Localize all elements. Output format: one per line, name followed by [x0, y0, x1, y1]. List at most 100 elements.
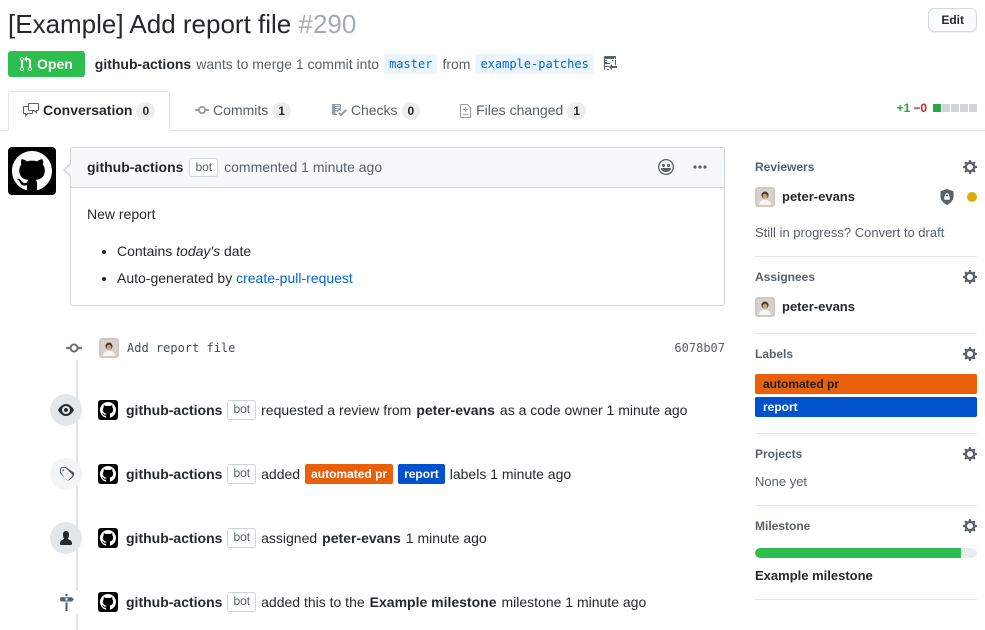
comment-author-link[interactable]: github-actions [87, 159, 183, 175]
milestone-name[interactable]: Example milestone [370, 594, 497, 610]
copy-branch-button[interactable] [601, 55, 619, 71]
reviewer-avatar[interactable] [755, 187, 775, 207]
assignee-avatar[interactable] [755, 297, 775, 317]
git-commit-icon [195, 102, 209, 118]
head-branch-label[interactable]: example-patches [475, 54, 593, 74]
milestone-title-link[interactable]: Example milestone [755, 568, 977, 583]
commit-sha-link[interactable]: 6078b07 [674, 341, 725, 355]
reviewer-name[interactable]: peter-evans [416, 402, 495, 418]
edit-button[interactable]: Edit [928, 8, 977, 32]
projects-heading-row: Projects [755, 446, 977, 462]
labels-section: Labels automated pr report [755, 334, 977, 435]
event-text: github-actions bot requested a review fr… [126, 400, 687, 420]
event-text: github-actions bot added automated pr re… [126, 464, 571, 484]
tab-conversation[interactable]: Conversation0 [8, 91, 170, 131]
github-actions-avatar-small[interactable] [98, 400, 118, 420]
milestone-heading: Milestone [755, 519, 810, 533]
comment-body: New report Contains today's date Auto-ge… [71, 188, 724, 305]
event-text: github-actions bot added this to the Exa… [126, 592, 646, 612]
comment-header: github-actions bot commented 1 minute ag… [71, 148, 724, 189]
projects-empty-text: None yet [755, 474, 977, 489]
pr-author-link[interactable]: github-actions [95, 56, 191, 72]
create-pull-request-link[interactable]: create-pull-request [236, 270, 353, 286]
commit-message-link[interactable]: Add report file [127, 341, 235, 355]
diff-added-count: +1 [897, 101, 911, 115]
diff-block [960, 104, 968, 112]
smiley-reaction-icon[interactable] [658, 159, 674, 175]
comment-bullet-list: Contains today's date Auto-generated by … [87, 241, 708, 289]
tab-files-changed-count: 1 [567, 102, 586, 120]
timeline: Add report file 6078b07 github-actions b… [8, 334, 725, 618]
assignees-section: Assignees peter-evans [755, 257, 977, 334]
milestone-gear-button[interactable] [963, 518, 977, 534]
pr-tab-bar: Conversation0 Commits1 Checks0 Files cha… [0, 91, 985, 131]
labels-heading-row: Labels [755, 346, 977, 362]
github-actions-avatar-small[interactable] [98, 528, 118, 548]
from-text: from [442, 56, 470, 72]
github-actions-avatar-small[interactable] [98, 592, 118, 612]
gear-icon [963, 446, 977, 462]
reviewers-heading: Reviewers [755, 160, 814, 174]
comment-discussion-icon [23, 102, 39, 118]
tab-checks-count: 0 [402, 102, 421, 120]
labels-gear-button[interactable] [963, 346, 977, 362]
tab-commits[interactable]: Commits1 [180, 91, 306, 131]
base-branch-label[interactable]: master [384, 54, 437, 74]
gear-icon [963, 518, 977, 534]
diff-removed-count: −0 [913, 101, 927, 115]
eye-icon [50, 394, 82, 426]
pr-state-label: Open [37, 56, 73, 72]
bullet1-pre: Contains [117, 243, 176, 259]
event-author-link[interactable]: github-actions [126, 466, 222, 482]
event-author-link[interactable]: github-actions [126, 530, 222, 546]
assignees-gear-button[interactable] [963, 269, 977, 285]
bot-badge: bot [227, 400, 256, 420]
event-time-text[interactable]: labels 1 minute ago [450, 466, 571, 482]
gear-icon [963, 269, 977, 285]
label-report[interactable]: report [398, 464, 445, 484]
comment-action-text[interactable]: commented 1 minute ago [224, 159, 382, 175]
github-actions-avatar[interactable] [8, 147, 56, 195]
sidebar-label-automated-pr[interactable]: automated pr [755, 374, 977, 394]
assignees-heading-row: Assignees [755, 269, 977, 285]
octocat-icon [12, 151, 52, 191]
convert-to-draft-link[interactable]: Convert to draft [855, 225, 945, 240]
label-automated-pr[interactable]: automated pr [305, 464, 393, 484]
assignee-name-link[interactable]: peter-evans [782, 299, 855, 314]
event-time-text[interactable]: milestone 1 minute ago [501, 594, 646, 610]
git-commit-icon [65, 336, 83, 360]
event-action-text: requested a review from [261, 402, 411, 418]
event-time-text[interactable]: as a code owner 1 minute ago [500, 402, 688, 418]
tag-icon [50, 458, 82, 490]
reviewer-name-link[interactable]: peter-evans [782, 189, 855, 204]
reviewer-row: peter-evans [755, 187, 977, 207]
diff-block [969, 104, 977, 112]
event-author-link[interactable]: github-actions [126, 594, 222, 610]
projects-gear-button[interactable] [963, 446, 977, 462]
bot-badge: bot [227, 464, 256, 484]
kebab-menu-icon[interactable] [692, 162, 708, 172]
reviewers-gear-button[interactable] [963, 159, 977, 175]
comment-box: github-actions bot commented 1 minute ag… [70, 147, 725, 307]
event-action-text: added this to the [261, 594, 365, 610]
github-actions-avatar-small[interactable] [98, 464, 118, 484]
milestone-section: Milestone Example milestone [755, 506, 977, 600]
bot-badge: bot [227, 592, 256, 612]
projects-section: Projects None yet [755, 434, 977, 506]
event-time-text[interactable]: 1 minute ago [406, 530, 487, 546]
tab-conversation-count: 0 [136, 102, 155, 120]
pr-content: github-actions bot commented 1 minute ag… [0, 131, 985, 619]
sidebar-label-report[interactable]: report [755, 397, 977, 417]
convert-to-draft-hint: Still in progress? Convert to draft [755, 225, 977, 240]
tab-files-changed[interactable]: Files changed1 [445, 91, 601, 131]
tab-files-changed-label: Files changed [476, 102, 563, 118]
tab-checks[interactable]: Checks0 [316, 91, 435, 131]
milestone-heading-row: Milestone [755, 518, 977, 534]
assignee-name[interactable]: peter-evans [322, 530, 401, 546]
commit-row: Add report file 6078b07 [8, 334, 725, 362]
milestone-progress-bar[interactable] [755, 548, 977, 558]
event-author-link[interactable]: github-actions [126, 402, 222, 418]
committer-avatar[interactable] [99, 338, 119, 358]
diffstat[interactable]: +1 −0 [897, 101, 977, 115]
review-pending-dot [967, 192, 977, 202]
